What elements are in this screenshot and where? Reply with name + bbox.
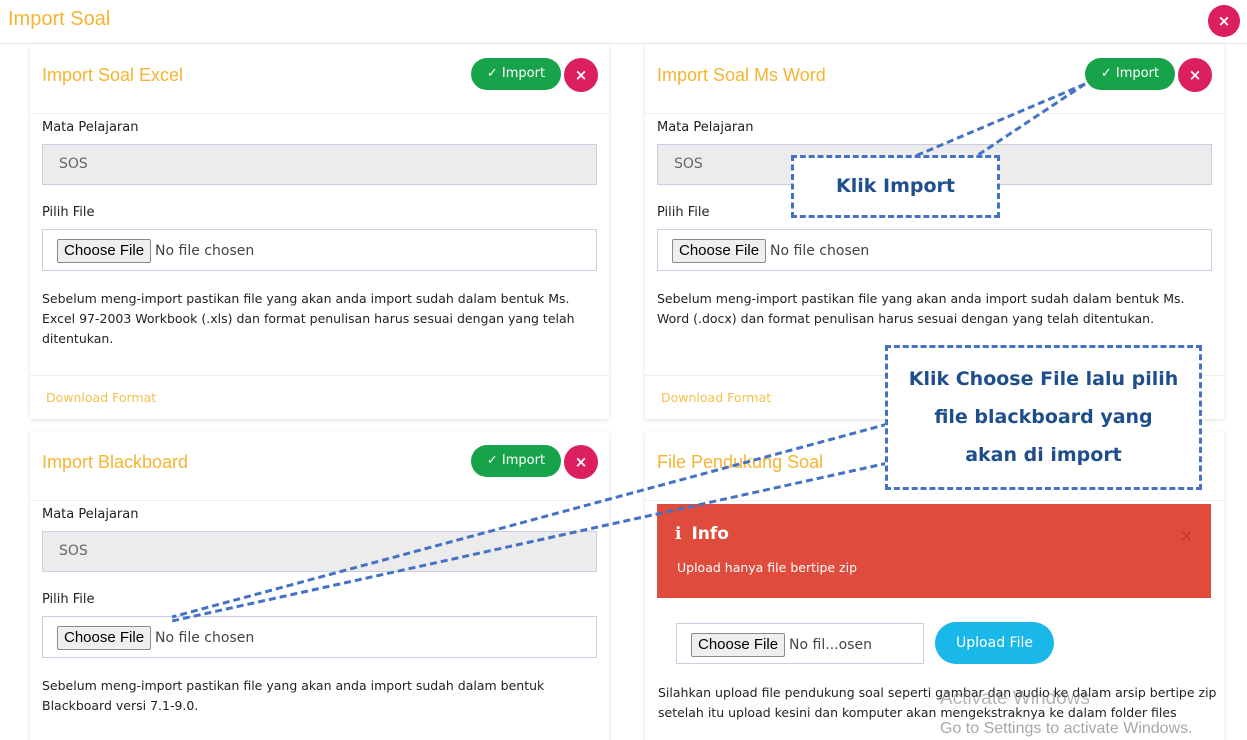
leader-line-choose-2 <box>171 461 889 623</box>
leader-line-choose-1 <box>171 422 889 619</box>
leader-line-import-1 <box>912 82 1086 159</box>
annotation-klik-choose-file: Klik Choose File lalu pilih file blackbo… <box>885 345 1202 490</box>
leader-line-import-2 <box>974 82 1086 159</box>
annotation-klik-import: Klik Import <box>791 155 1000 218</box>
